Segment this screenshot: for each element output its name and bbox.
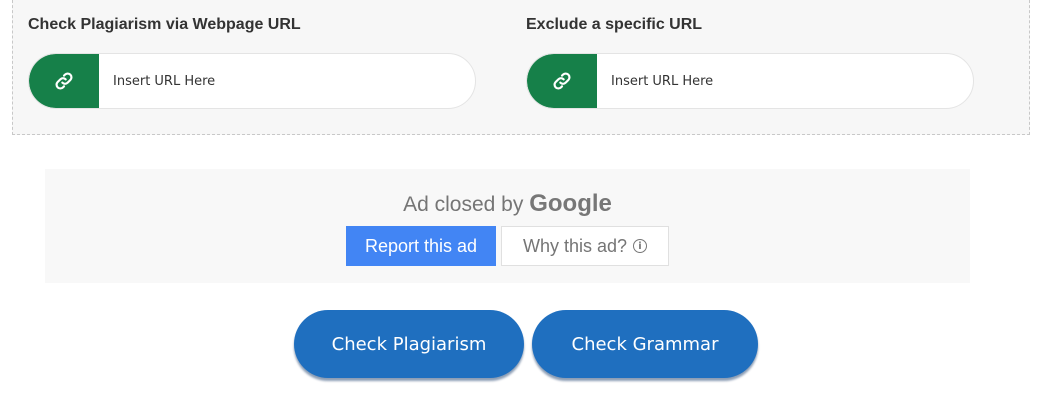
check-grammar-button[interactable]: Check Grammar	[532, 310, 758, 378]
ad-closed-message: Ad closed by Google	[45, 190, 970, 218]
report-ad-button[interactable]: Report this ad	[346, 226, 496, 266]
link-icon	[527, 54, 597, 108]
exclude-url-field[interactable]	[526, 53, 974, 109]
why-this-ad-label: Why this ad?	[522, 235, 628, 256]
check-url-field[interactable]	[28, 53, 476, 109]
why-this-ad-button[interactable]: Why this ad? i	[501, 226, 669, 266]
ad-closed-box: Ad closed by Google Report this ad Why t…	[45, 169, 970, 283]
link-icon	[29, 54, 99, 108]
check-plagiarism-button[interactable]: Check Plagiarism	[294, 310, 524, 378]
check-url-input[interactable]	[99, 54, 459, 108]
google-brand-text: Google	[529, 190, 612, 217]
exclude-url-input[interactable]	[597, 54, 957, 108]
check-url-heading: Check Plagiarism via Webpage URL	[28, 16, 301, 33]
url-input-panel: Check Plagiarism via Webpage URL Exclude…	[12, 0, 1030, 135]
exclude-url-heading: Exclude a specific URL	[526, 16, 703, 33]
action-buttons: Check Plagiarism Check Grammar	[294, 310, 758, 378]
ad-closed-text: Ad closed by	[403, 193, 524, 216]
info-icon: i	[633, 239, 648, 253]
ad-feedback-buttons: Report this ad Why this ad? i	[346, 226, 669, 266]
